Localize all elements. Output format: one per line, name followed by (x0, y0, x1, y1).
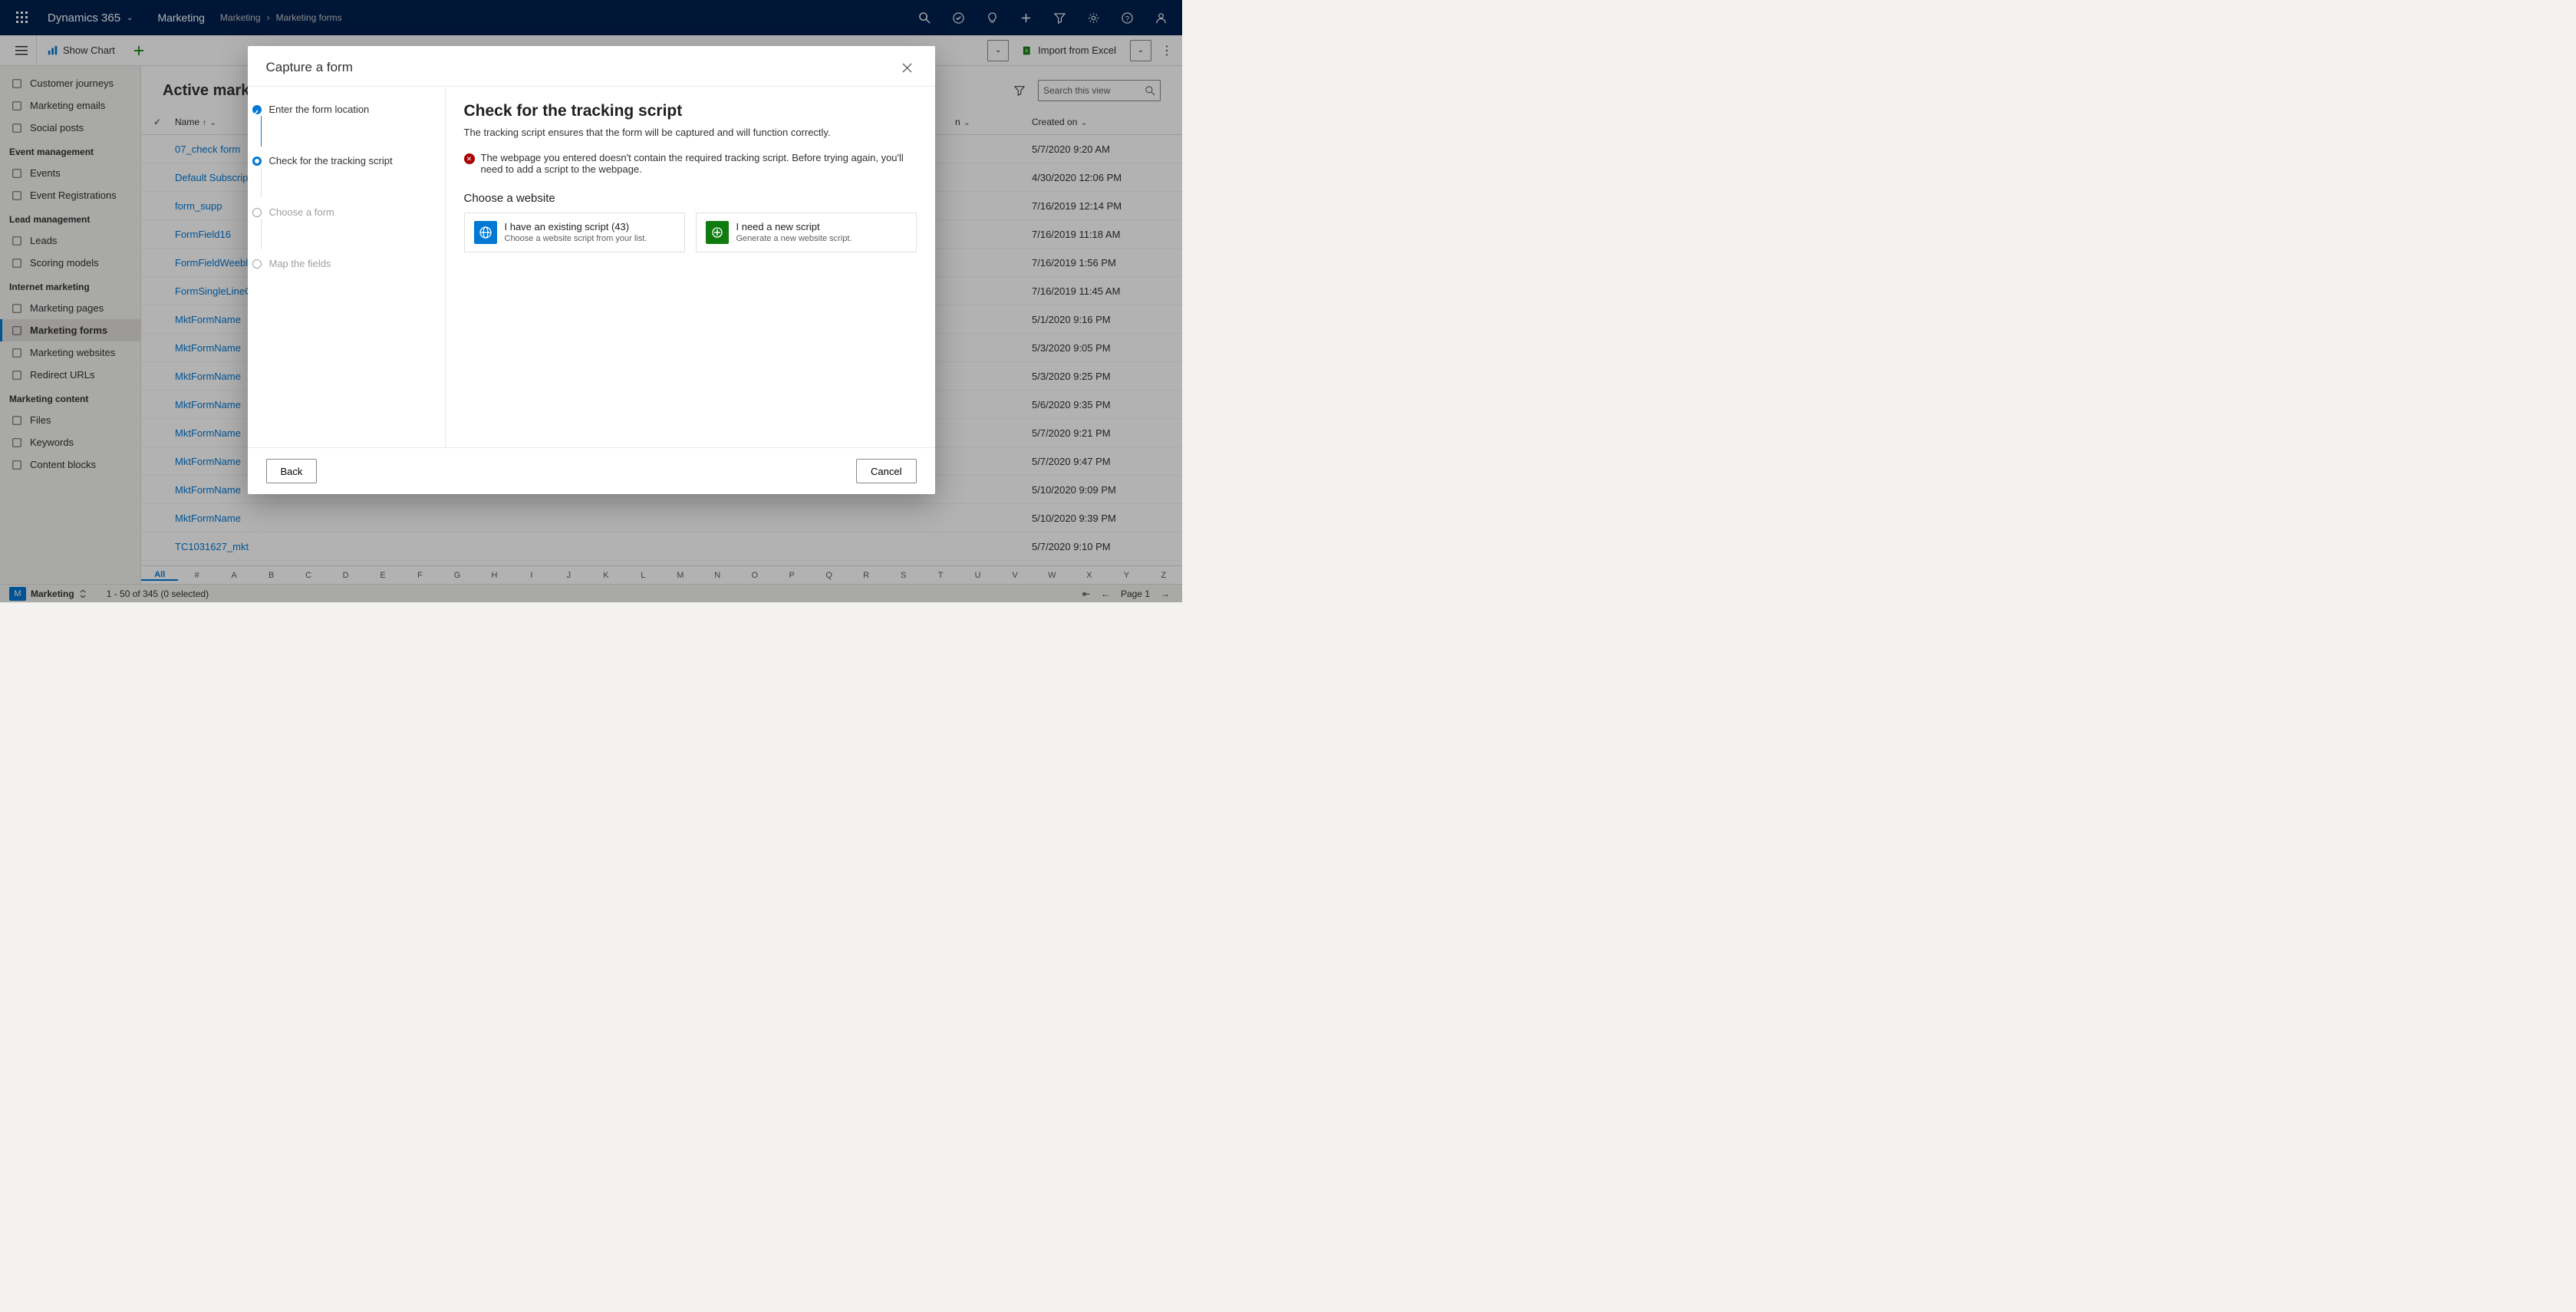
new-script-card[interactable]: I need a new script Generate a new websi… (696, 213, 917, 252)
step-enter-location[interactable]: Enter the form location (252, 99, 436, 120)
existing-script-card[interactable]: I have an existing script (43) Choose a … (464, 213, 685, 252)
modal-overlay: Capture a form Enter the form location C… (0, 0, 1182, 602)
choose-website-heading: Choose a website (464, 192, 917, 205)
step-choose-form: Choose a form (252, 202, 436, 223)
step-active-icon (252, 157, 262, 166)
step-pending-icon (252, 259, 262, 269)
add-circle-icon (706, 221, 729, 244)
capture-form-dialog: Capture a form Enter the form location C… (248, 46, 935, 494)
globe-icon (474, 221, 497, 244)
card-title: I have an existing script (43) (505, 221, 647, 232)
error-icon: ✕ (464, 153, 475, 164)
card-title: I need a new script (736, 221, 852, 232)
step-done-icon (252, 105, 262, 114)
step-map-fields: Map the fields (252, 253, 436, 274)
card-subtitle: Generate a new website script. (736, 234, 852, 243)
close-button[interactable] (898, 58, 917, 77)
step-check-script[interactable]: Check for the tracking script (252, 150, 436, 171)
panel-subtitle: The tracking script ensures that the for… (464, 127, 917, 138)
error-message: ✕ The webpage you entered doesn't contai… (464, 152, 917, 175)
dialog-title: Capture a form (266, 60, 353, 75)
back-button[interactable]: Back (266, 459, 318, 483)
panel-heading: Check for the tracking script (464, 102, 917, 120)
card-subtitle: Choose a website script from your list. (505, 234, 647, 243)
cancel-button[interactable]: Cancel (856, 459, 916, 483)
step-pending-icon (252, 208, 262, 217)
wizard-steps: Enter the form location Check for the tr… (248, 87, 446, 447)
